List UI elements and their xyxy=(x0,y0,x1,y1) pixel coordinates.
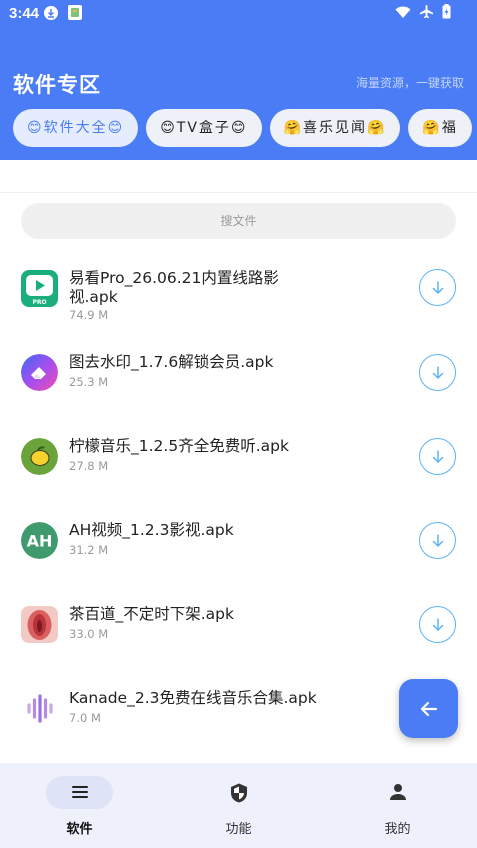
nav-item-software[interactable]: 软件 xyxy=(0,763,159,848)
file-name: 茶百道_不定时下架.apk xyxy=(69,605,234,623)
battery-icon xyxy=(442,4,451,23)
shield-icon xyxy=(159,782,318,804)
search-input[interactable]: 搜文件 xyxy=(21,203,456,239)
nav-item-profile[interactable]: 我的 xyxy=(318,763,477,848)
file-size: 31.2 M xyxy=(69,543,109,557)
status-icons xyxy=(395,4,451,23)
lemon-icon xyxy=(21,438,58,475)
category-chips: 😊软件大全😊 😊TV盒子😊 🤗喜乐见闻🤗 🤗福 xyxy=(13,109,477,147)
download-button[interactable] xyxy=(419,522,456,559)
waveform-icon xyxy=(21,690,58,727)
download-arrow-icon xyxy=(432,280,443,294)
header: 3:44 软件专区 海量资源，一键获取 😊软件大全😊 😊TV盒子😊 🤗喜乐见闻🤗 🤗福 xyxy=(0,0,477,160)
nav-label: 软件 xyxy=(66,822,93,837)
file-name: Kanade_2.3免费在线音乐合集.apk xyxy=(69,689,317,707)
back-fab-button[interactable] xyxy=(399,679,458,738)
download-button[interactable] xyxy=(419,269,456,306)
nav-item-features[interactable]: 功能 xyxy=(159,763,318,848)
arrow-left-icon xyxy=(420,701,437,716)
file-name: 柠檬音乐_1.2.5齐全免费听.apk xyxy=(69,437,289,455)
download-button[interactable] xyxy=(419,606,456,643)
nav-label: 功能 xyxy=(225,822,252,837)
svg-text:AH: AH xyxy=(27,532,53,551)
menu-icon xyxy=(0,782,159,804)
download-notification-icon xyxy=(44,6,58,20)
download-arrow-icon xyxy=(432,449,443,463)
download-arrow-icon xyxy=(432,617,443,631)
page-title: 软件专区 xyxy=(13,73,101,97)
chip-software-all[interactable]: 😊软件大全😊 xyxy=(13,109,139,147)
person-icon xyxy=(318,782,477,804)
file-size: 33.0 M xyxy=(69,627,109,641)
ah-video-icon: AH xyxy=(21,522,58,559)
file-size: 74.9 M xyxy=(69,308,109,322)
chip-more[interactable]: 🤗福 xyxy=(408,109,472,147)
bottom-navigation: 软件 功能 我的 xyxy=(0,763,477,848)
list-item[interactable]: 茶百道_不定时下架.apk 33.0 M xyxy=(0,586,477,670)
chabaidao-icon xyxy=(21,606,58,643)
download-button[interactable] xyxy=(419,354,456,391)
download-arrow-icon xyxy=(432,533,443,547)
page-subtitle: 海量资源，一键获取 xyxy=(355,76,464,90)
file-name: 图去水印_1.7.6解锁会员.apk xyxy=(69,353,274,371)
file-size: 27.8 M xyxy=(69,459,109,473)
status-bar: 3:44 xyxy=(0,0,477,28)
download-arrow-icon xyxy=(432,365,443,379)
watermark-eraser-icon xyxy=(21,354,58,391)
file-name: 易看Pro_26.06.21内置线路影视.apk xyxy=(69,269,279,306)
list-item[interactable]: 柠檬音乐_1.2.5齐全免费听.apk 27.8 M xyxy=(0,418,477,502)
divider xyxy=(0,192,477,193)
airplane-icon xyxy=(419,4,434,23)
wifi-icon xyxy=(395,4,411,23)
chip-tv-box[interactable]: 😊TV盒子😊 xyxy=(146,109,262,147)
status-time: 3:44 xyxy=(9,5,40,22)
nav-label: 我的 xyxy=(384,822,411,837)
file-name: AH视频_1.2.3影视.apk xyxy=(69,521,234,539)
app-notification-icon xyxy=(68,5,82,20)
file-size: 25.3 M xyxy=(69,375,109,389)
yikan-pro-icon: PRO xyxy=(21,270,58,307)
file-size: 7.0 M xyxy=(69,711,101,725)
list-item[interactable]: 图去水印_1.7.6解锁会员.apk 25.3 M xyxy=(0,334,477,418)
chip-news[interactable]: 🤗喜乐见闻🤗 xyxy=(269,109,401,147)
list-item[interactable]: AH AH视频_1.2.3影视.apk 31.2 M xyxy=(0,502,477,586)
list-item[interactable]: PRO 易看Pro_26.06.21内置线路影视.apk 74.9 M xyxy=(0,250,477,334)
download-button[interactable] xyxy=(419,438,456,475)
svg-text:PRO: PRO xyxy=(32,299,46,306)
